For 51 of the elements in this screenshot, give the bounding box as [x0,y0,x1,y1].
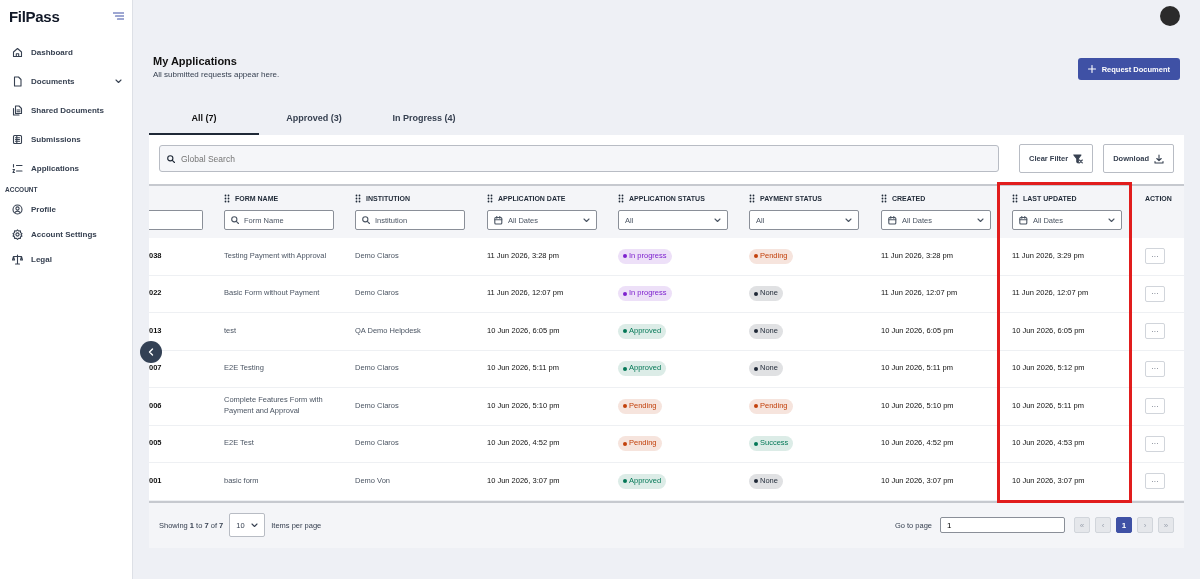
sidebar-item[interactable]: Account Settings [0,222,132,247]
sidebar-item[interactable]: Shared Documents [0,96,132,125]
avatar[interactable] [1160,6,1180,26]
calendar-icon [1019,215,1028,225]
filter-field[interactable] [149,210,203,230]
chevron-left-icon [148,348,154,356]
go-to-page-field[interactable]: 1 [940,517,1065,533]
chevron-down-icon [845,217,852,223]
download-icon [1154,153,1164,164]
chevron-down-icon [583,217,590,223]
settings-icon [12,229,23,240]
chevron-down-icon [251,522,259,528]
page-title: My Applications [153,55,238,67]
sidebar-item[interactable]: Legal [0,247,132,272]
plus-icon [1087,65,1096,73]
drag-handle-icon [355,194,361,203]
search-icon [362,216,370,224]
drag-handle-icon [224,194,230,203]
collapse-button[interactable] [140,341,162,363]
brand-logo: FilPass [9,7,60,25]
calendar-icon [494,215,503,225]
search-field[interactable]: Global Search [159,145,999,172]
drag-handle-icon [881,194,887,203]
drag-handle-icon [618,194,624,203]
list-icon [12,134,23,145]
chevron-down-icon [977,217,984,223]
calendar-icon [888,215,897,225]
sidebar-item[interactable]: Applications [0,154,132,183]
filter-clear-icon [1073,153,1084,164]
sidebar-item[interactable]: Profile [0,197,132,222]
search-icon [231,216,239,224]
profile-icon [12,204,23,215]
document-icon [12,76,23,87]
page-button[interactable]: 1 [1116,517,1132,533]
numbered-list-icon [12,163,23,174]
scale-icon [12,254,23,265]
sidebar-item[interactable]: Submissions [0,125,132,154]
search-icon [167,155,175,163]
chevron-down-icon [714,217,721,223]
page-subtitle: All submitted requests appear here. [153,70,280,79]
home-icon [12,47,23,58]
documents-icon [12,105,23,116]
sidebar-item[interactable]: Documents [0,67,132,96]
drag-handle-icon [487,194,493,203]
drag-handle-icon [1012,194,1018,203]
menu-icon [113,12,124,20]
drag-handle-icon [749,194,755,203]
sidebar-item[interactable]: Dashboard [0,38,132,67]
chevron-down-icon [1108,217,1115,223]
tab[interactable]: In Progress (4) [369,102,479,135]
tab[interactable]: Approved (3) [259,102,369,135]
